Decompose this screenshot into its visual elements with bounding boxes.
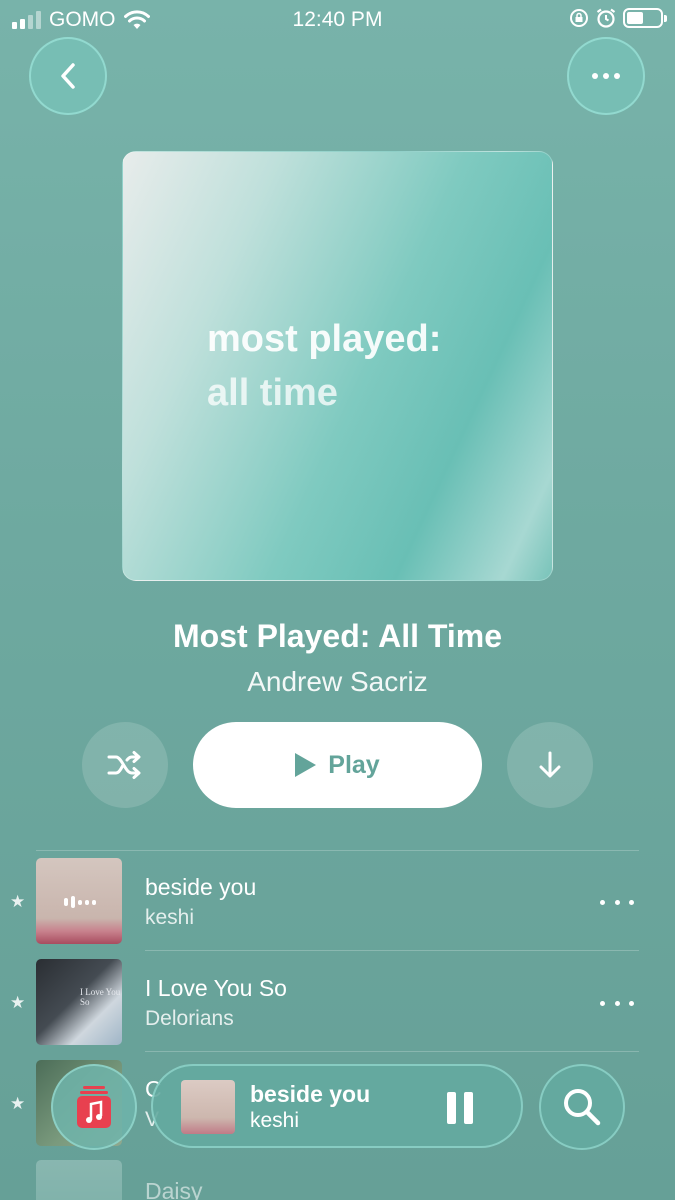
playlist-artwork: most played: all time xyxy=(122,151,553,581)
playlist-owner[interactable]: Andrew Sacriz xyxy=(0,666,675,698)
favorite-star-icon: ★ xyxy=(10,993,26,1012)
artwork-line-1: most played: xyxy=(207,318,442,360)
track-title: Daisy xyxy=(145,1178,203,1200)
track-artist: Delorians xyxy=(145,1007,234,1030)
rotation-lock-icon xyxy=(570,9,588,27)
search-button[interactable] xyxy=(539,1064,625,1150)
favorite-star-icon: ★ xyxy=(10,1094,26,1113)
album-cover-text: I Love You So xyxy=(80,987,121,1007)
artwork-text: most played: all time xyxy=(207,312,441,420)
more-options-button[interactable] xyxy=(567,37,645,115)
now-playing-bars-icon xyxy=(64,896,96,908)
battery-icon xyxy=(623,8,667,28)
favorite-star-icon: ★ xyxy=(10,892,26,911)
list-divider xyxy=(36,850,639,851)
chevron-left-icon xyxy=(61,63,75,89)
alarm-icon xyxy=(596,8,616,28)
artwork-line-2: all time xyxy=(207,372,338,414)
play-button[interactable]: Play xyxy=(193,722,482,808)
download-button[interactable] xyxy=(507,722,593,808)
pause-icon[interactable] xyxy=(447,1092,473,1124)
row-divider xyxy=(145,1051,639,1052)
download-arrow-icon xyxy=(539,751,561,778)
track-row[interactable]: Daisy xyxy=(0,1160,675,1200)
mini-player-artwork xyxy=(181,1080,235,1134)
track-artwork: I Love You So xyxy=(36,959,122,1045)
status-bar: GOMO 12:40 PM xyxy=(0,0,675,40)
row-divider xyxy=(145,950,639,951)
track-more-button[interactable] xyxy=(600,892,634,912)
music-library-icon xyxy=(77,1086,111,1128)
track-artist: keshi xyxy=(145,906,195,929)
track-title: beside you xyxy=(145,874,257,900)
play-icon xyxy=(295,753,317,777)
mini-player-artist: keshi xyxy=(250,1109,300,1132)
mini-player-title: beside you xyxy=(250,1081,371,1107)
track-row[interactable]: ★ beside you keshi xyxy=(0,858,675,958)
ellipsis-icon xyxy=(592,73,620,79)
track-row[interactable]: ★ I Love You So I Love You So Delorians xyxy=(0,959,675,1059)
track-artwork xyxy=(36,1160,122,1200)
playlist-title: Most Played: All Time xyxy=(173,618,502,654)
status-right xyxy=(569,7,667,29)
back-button[interactable] xyxy=(29,37,107,115)
shuffle-icon xyxy=(107,751,141,779)
shuffle-button[interactable] xyxy=(82,722,168,808)
search-icon xyxy=(564,1089,601,1126)
play-button-label: Play xyxy=(328,750,380,779)
track-artwork xyxy=(36,858,122,944)
track-more-button[interactable] xyxy=(600,993,634,1013)
library-button[interactable] xyxy=(51,1064,137,1150)
mini-player[interactable]: beside you keshi xyxy=(151,1064,523,1148)
track-title: I Love You So xyxy=(145,975,287,1001)
